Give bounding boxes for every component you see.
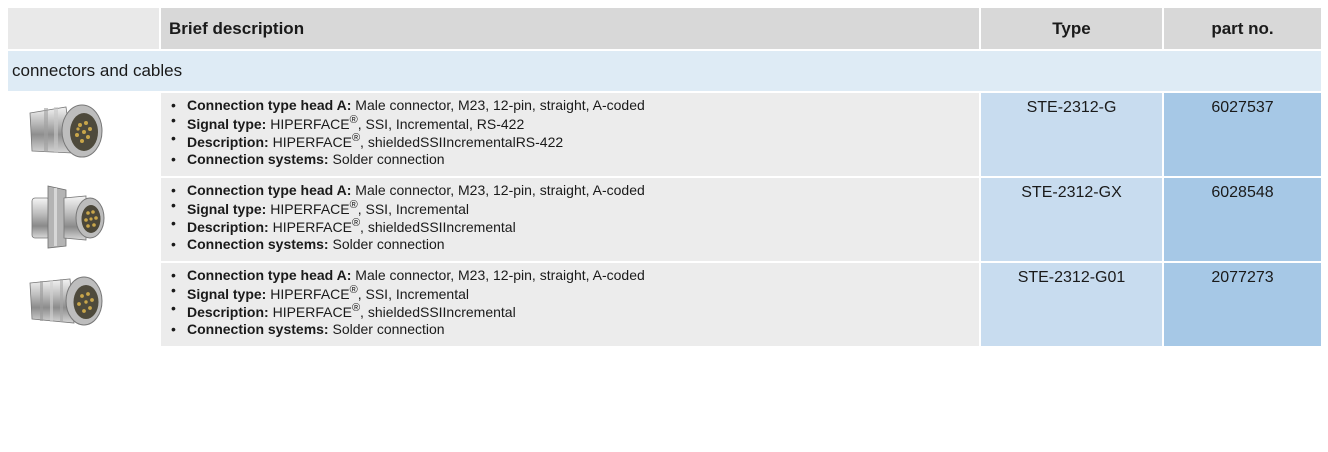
list-item: • Connection systems: Solder connection: [171, 320, 445, 337]
registered-mark: ®: [349, 198, 358, 211]
product-image-cell: [8, 176, 160, 262]
registered-mark: ®: [351, 301, 361, 314]
description-cell: • Connection type head A: Male connector,…: [159, 176, 980, 262]
list-item: • Connection type head A: Male connector,…: [171, 267, 645, 283]
spec-value: HIPERFACE: [272, 133, 352, 150]
spec-label: Connection type head A:: [187, 267, 352, 283]
spec-label: Description:: [187, 133, 269, 150]
list-item: • Description: HIPERFACE®, shieldedSSIInc…: [171, 214, 516, 235]
list-item: • Description: HIPERFACE®, shieldedSSIInc…: [171, 299, 516, 320]
spec-value: Solder connection: [332, 320, 445, 337]
spec-label: Description:: [187, 303, 269, 320]
product-image-cell: [8, 91, 160, 177]
spec-value: HIPERFACE: [272, 218, 352, 235]
spec-list: • Connection type head A: Male connector,…: [169, 182, 979, 253]
spec-label: Connection systems:: [187, 235, 329, 252]
registered-mark: ®: [351, 216, 361, 229]
part-no-cell: 2077273: [1162, 261, 1321, 346]
spec-label: Connection systems:: [187, 150, 329, 167]
connector-flange-icon: [31, 185, 105, 249]
registered-mark: ®: [349, 113, 358, 126]
list-item: • Connection systems: Solder connection: [171, 150, 445, 167]
spec-value: HIPERFACE: [270, 285, 350, 302]
list-item: • Connection systems: Solder connection: [171, 235, 445, 252]
spec-value: , SSI, Incremental, RS-422: [357, 115, 525, 132]
table-row: • Connection type head A: Male connector,…: [8, 176, 1321, 262]
header-part-no: part no.: [1162, 8, 1321, 50]
spec-label: Signal type:: [187, 115, 267, 132]
product-table: Brief description Type part no. connecto…: [8, 8, 1321, 346]
part-no-cell: 6027537: [1162, 91, 1321, 177]
spec-value: Solder connection: [332, 150, 445, 167]
list-item: • Signal type: HIPERFACE®, SSI, Increment…: [171, 196, 469, 217]
spec-value: Solder connection: [332, 235, 445, 252]
registered-mark: ®: [351, 131, 361, 144]
spec-label: Description:: [187, 218, 269, 235]
list-item: • Description: HIPERFACE®, shieldedSSIInc…: [171, 129, 564, 150]
description-cell: • Connection type head A: Male connector,…: [159, 91, 980, 177]
description-cell: • Connection type head A: Male connector,…: [159, 261, 980, 346]
spec-value: Male connector, M23, 12-pin, straight, A…: [355, 267, 645, 283]
header-brief-description: Brief description: [159, 8, 980, 50]
list-item: • Connection type head A: Male connector,…: [171, 97, 645, 113]
type-cell: STE-2312-G: [979, 91, 1163, 177]
spec-value: , SSI, Incremental: [357, 200, 469, 217]
spec-label: Signal type:: [187, 200, 267, 217]
type-cell: STE-2312-G01: [979, 261, 1163, 346]
connector-straight-icon: [29, 104, 103, 158]
spec-value: , shieldedSSIIncremental: [360, 218, 516, 235]
table-row: • Connection type head A: Male connector,…: [8, 91, 1321, 177]
part-no-cell: 6028548: [1162, 176, 1321, 262]
table-row: • Connection type head A: Male connector,…: [8, 261, 1321, 346]
spec-value: , SSI, Incremental: [357, 285, 469, 302]
spec-value: HIPERFACE: [270, 200, 350, 217]
header-type: Type: [979, 8, 1163, 50]
table-header-row: Brief description Type part no.: [8, 8, 1321, 50]
spec-label: Connection type head A:: [187, 182, 352, 198]
spec-value: HIPERFACE: [272, 303, 352, 320]
group-row: connectors and cables: [8, 49, 1321, 92]
spec-list: • Connection type head A: Male connector,…: [169, 267, 979, 338]
page: Brief description Type part no. connecto…: [0, 0, 1328, 452]
list-item: • Connection type head A: Male connector,…: [171, 182, 645, 198]
spec-list: • Connection type head A: Male connector,…: [169, 97, 979, 168]
product-image-cell: [8, 261, 160, 346]
spec-label: Signal type:: [187, 285, 267, 302]
registered-mark: ®: [349, 283, 358, 296]
connector-straight-icon: [29, 276, 103, 326]
header-image-cell: [8, 8, 160, 50]
list-item: • Signal type: HIPERFACE®, SSI, Increment…: [171, 111, 525, 132]
list-item: • Signal type: HIPERFACE®, SSI, Increment…: [171, 281, 469, 302]
group-title: connectors and cables: [8, 49, 1321, 92]
spec-label: Connection type head A:: [187, 97, 352, 113]
spec-value: , shieldedSSIIncrementalRS-422: [360, 133, 564, 150]
spec-value: Male connector, M23, 12-pin, straight, A…: [355, 97, 645, 113]
spec-value: , shieldedSSIIncremental: [360, 303, 516, 320]
spec-value: Male connector, M23, 12-pin, straight, A…: [355, 182, 645, 198]
spec-label: Connection systems:: [187, 320, 329, 337]
spec-value: HIPERFACE: [270, 115, 350, 132]
type-cell: STE-2312-GX: [979, 176, 1163, 262]
